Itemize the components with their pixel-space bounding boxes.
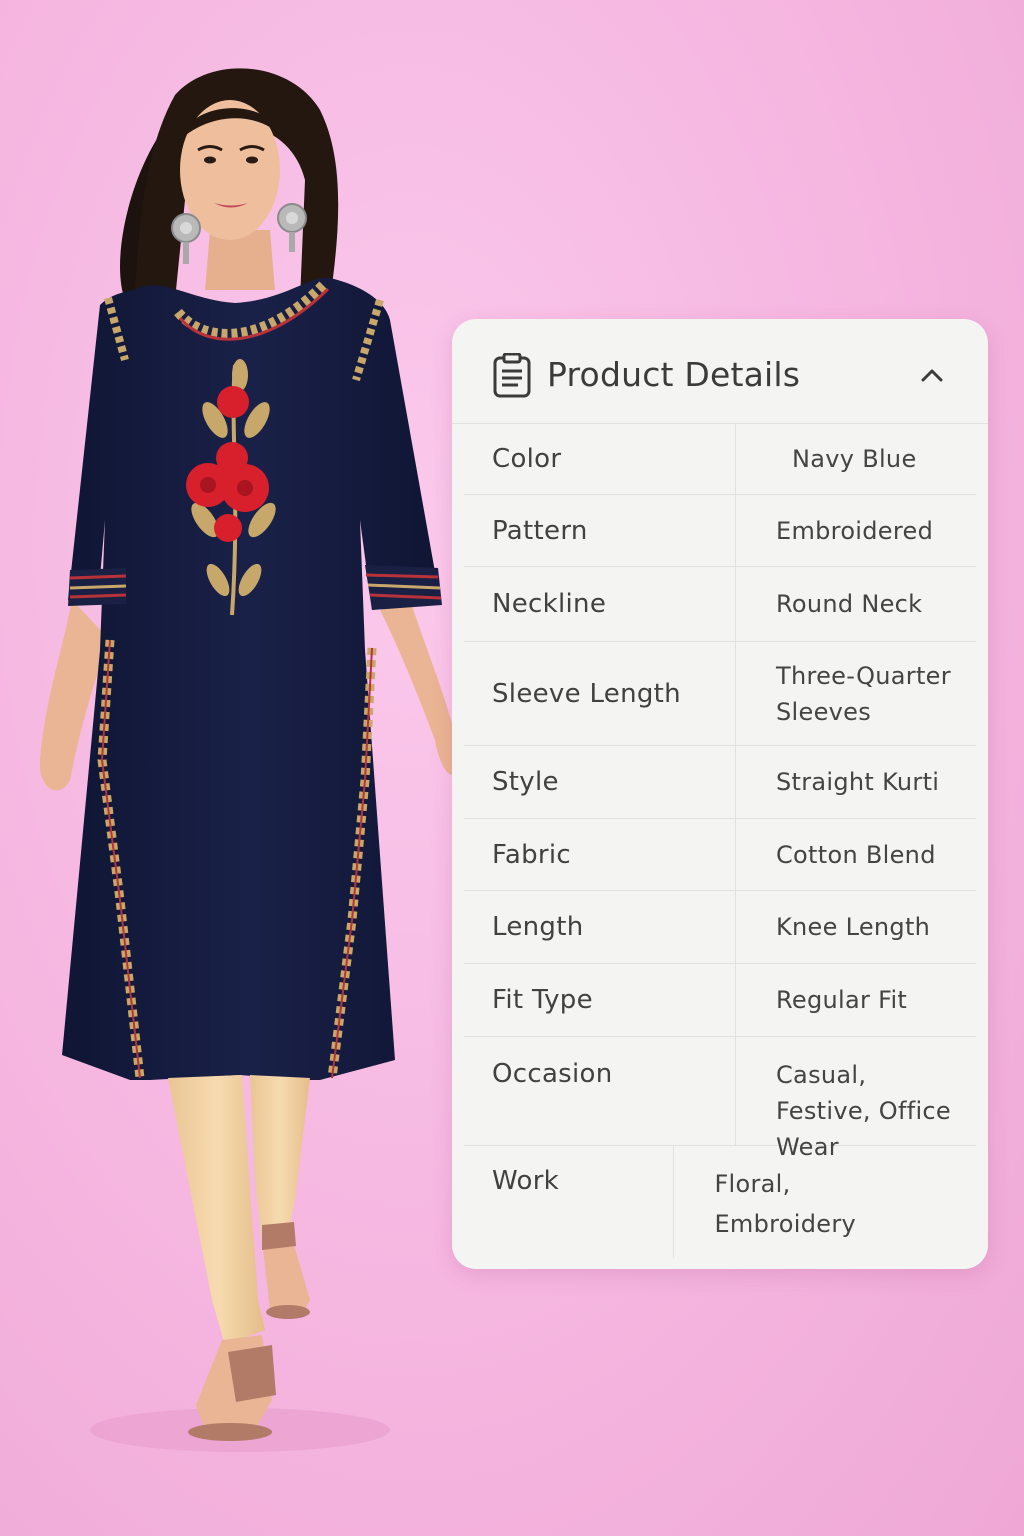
- detail-row-work: Work Floral, Embroidery: [464, 1146, 976, 1258]
- detail-row-pattern: Pattern Embroidered: [464, 495, 976, 567]
- detail-value: Round Neck: [776, 590, 923, 618]
- detail-row-occasion: Occasion Casual, Festive, Office Wear: [464, 1037, 976, 1161]
- detail-label: Color: [464, 424, 736, 494]
- detail-value: Three-Quarter Sleeves: [776, 661, 951, 726]
- detail-value: Cotton Blend: [776, 840, 936, 869]
- detail-row-fit-type: Fit Type Regular Fit: [464, 964, 976, 1037]
- detail-label: Sleeve Length: [464, 642, 736, 745]
- product-details-panel: Product Details Color Navy Blue Pattern …: [452, 319, 988, 1269]
- detail-row-fabric: Fabric Cotton Blend: [464, 819, 976, 891]
- product-details-header[interactable]: Product Details: [452, 319, 988, 423]
- detail-row-neckline: Neckline Round Neck: [464, 567, 976, 642]
- detail-row-sleeve-length: Sleeve Length Three-Quarter Sleeves: [464, 642, 976, 746]
- detail-label: Pattern: [464, 495, 736, 566]
- detail-value: Embroidered: [776, 516, 934, 545]
- detail-label: Style: [464, 746, 736, 818]
- detail-label: Work: [464, 1146, 675, 1258]
- detail-value: Navy Blue: [792, 445, 917, 473]
- details-table: Color Navy Blue Pattern Embroidered Neck…: [464, 424, 976, 1258]
- detail-value: Regular Fit: [776, 986, 908, 1014]
- detail-label: Fabric: [464, 819, 736, 890]
- detail-value: Floral, Embroidery: [714, 1170, 856, 1238]
- document-icon: [492, 352, 532, 399]
- detail-row-color: Color Navy Blue: [464, 424, 976, 495]
- detail-row-style: Style Straight Kurti: [464, 746, 976, 819]
- detail-label: Fit Type: [464, 964, 736, 1036]
- detail-value: Knee Length: [776, 913, 931, 941]
- detail-label: Length: [464, 891, 736, 963]
- panel-title: Product Details: [547, 355, 801, 394]
- detail-value: Straight Kurti: [776, 768, 940, 796]
- detail-label: Neckline: [464, 567, 736, 641]
- detail-label: Occasion: [464, 1037, 736, 1145]
- detail-row-length: Length Knee Length: [464, 891, 976, 964]
- detail-value: Casual, Festive, Office Wear: [776, 1061, 951, 1161]
- chevron-up-icon[interactable]: [918, 361, 946, 389]
